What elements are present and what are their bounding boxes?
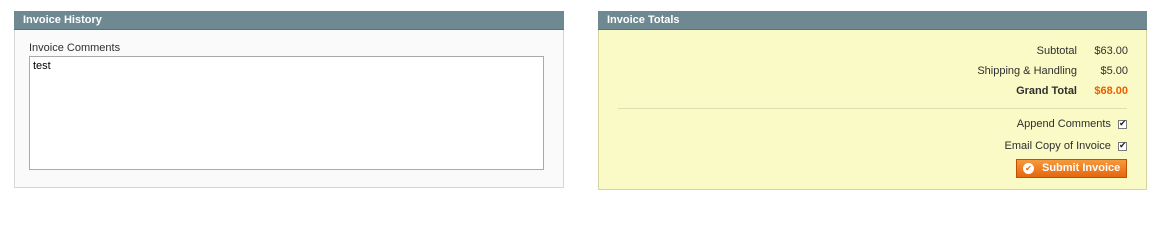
invoice-comments-textarea[interactable] [29, 56, 544, 170]
invoice-history-body: Invoice Comments [14, 30, 564, 188]
invoice-history-title: Invoice History [14, 11, 564, 30]
grand-total-row: Grand Total $68.00 [928, 84, 1128, 98]
check-circle-icon: ✔ [1023, 163, 1034, 174]
grand-total-label: Grand Total [1016, 85, 1077, 97]
shipping-value: $5.00 [1100, 65, 1128, 77]
invoice-comments-label: Invoice Comments [29, 42, 121, 54]
checkmark-icon: ✔ [1119, 118, 1127, 128]
append-comments-label: Append Comments [1016, 118, 1111, 130]
email-copy-checkbox[interactable]: ✔ [1118, 140, 1127, 151]
email-copy-label: Email Copy of Invoice [1004, 140, 1111, 152]
append-comments-checkbox[interactable]: ✔ [1118, 118, 1127, 129]
subtotal-row: Subtotal $63.00 [928, 44, 1128, 58]
totals-divider [618, 108, 1127, 109]
submit-invoice-label: Submit Invoice [1042, 162, 1121, 174]
grand-total-value: $68.00 [1094, 85, 1128, 97]
invoice-history-panel: Invoice History Invoice Comments [14, 11, 564, 188]
append-comments-row: Append Comments ✔ [1017, 118, 1127, 132]
subtotal-value: $63.00 [1094, 45, 1128, 57]
subtotal-label: Subtotal [1036, 45, 1077, 57]
email-copy-row: Email Copy of Invoice ✔ [1005, 140, 1127, 154]
invoice-totals-panel: Invoice Totals Subtotal $63.00 Shipping … [598, 11, 1147, 190]
invoice-totals-body: Subtotal $63.00 Shipping & Handling $5.0… [598, 30, 1147, 190]
checkmark-icon: ✔ [1119, 140, 1127, 150]
invoice-totals-title: Invoice Totals [598, 11, 1147, 30]
shipping-row: Shipping & Handling $5.00 [928, 64, 1128, 78]
submit-invoice-button[interactable]: ✔ Submit Invoice [1016, 159, 1127, 178]
shipping-label: Shipping & Handling [977, 65, 1077, 77]
